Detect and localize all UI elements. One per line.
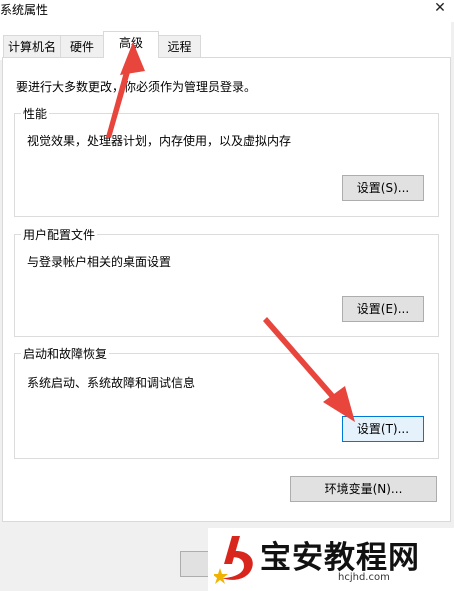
performance-settings-button[interactable]: 设置(S)... — [342, 175, 424, 201]
tab-computer-name[interactable]: 计算机名 — [3, 35, 61, 57]
performance-description: 视觉效果，处理器计划，内存使用，以及虚拟内存 — [27, 134, 292, 148]
admin-notice: 要进行大多数更改，你必须作为管理员登录。 — [16, 80, 257, 94]
tab-label: 硬件 — [69, 40, 94, 54]
close-icon[interactable]: ✕ — [430, 0, 450, 18]
user-profiles-group-label: 用户配置文件 — [21, 226, 98, 243]
startup-recovery-settings-button[interactable]: 设置(T)... — [342, 416, 424, 442]
startup-recovery-group-label: 启动和故障恢复 — [21, 345, 110, 362]
site-logo-icon — [214, 536, 253, 584]
system-properties-window: 系统属性 ✕ 计算机名 硬件 高级 远程 要进行大多数更改，你必须作为管理员登录… — [0, 0, 454, 591]
watermark-url: hcjhd.com — [338, 572, 390, 583]
tab-remote[interactable]: 远程 — [158, 35, 201, 57]
watermark-banner: 宝安教程网 hcjhd.com — [208, 528, 454, 591]
tab-label: 计算机名 — [7, 40, 56, 54]
watermark-site-name: 宝安教程网 — [260, 540, 420, 576]
performance-group: 性能 视觉效果，处理器计划，内存使用，以及虚拟内存 — [14, 105, 439, 217]
tab-advanced[interactable]: 高级 — [103, 31, 159, 58]
tab-hardware[interactable]: 硬件 — [60, 35, 104, 57]
user-profiles-description: 与登录帐户相关的桌面设置 — [27, 255, 172, 269]
performance-group-label: 性能 — [21, 105, 50, 122]
tab-label: 远程 — [167, 40, 192, 54]
tab-label: 高级 — [118, 36, 143, 50]
title-bar: 系统属性 ✕ — [0, 0, 454, 22]
environment-variables-button[interactable]: 环境变量(N)... — [290, 476, 437, 502]
startup-recovery-description: 系统启动、系统故障和调试信息 — [27, 376, 196, 390]
startup-recovery-group: 启动和故障恢复 系统启动、系统故障和调试信息 — [14, 345, 439, 459]
window-title: 系统属性 — [0, 3, 49, 17]
user-profiles-settings-button[interactable]: 设置(E)... — [342, 296, 424, 322]
